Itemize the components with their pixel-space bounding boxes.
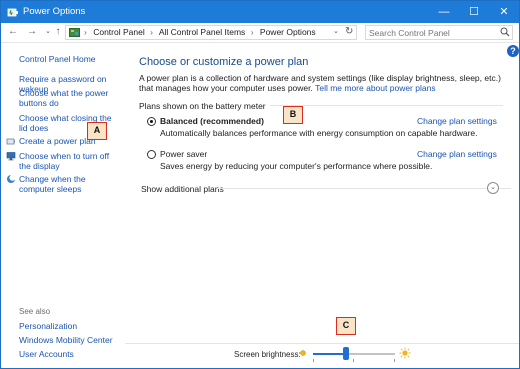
power-plan-icon [6, 138, 15, 145]
mobility-center-link[interactable]: Windows Mobility Center [19, 335, 113, 345]
slider-tick [394, 359, 395, 362]
change-plan-settings-link[interactable]: Change plan settings [417, 149, 497, 159]
show-additional-plans[interactable]: Show additional plans [141, 184, 224, 194]
power-options-window: Power Options — ☐ ✕ ← → ⌄ ↑ › Control Pa… [0, 0, 520, 369]
page-title: Choose or customize a power plan [139, 56, 309, 68]
additional-plans-divider [217, 188, 511, 189]
brightness-label: Screen brightness: [234, 350, 301, 359]
search-input[interactable] [369, 27, 494, 38]
breadcrumb: › Control Panel › All Control Panel Item… [84, 27, 319, 37]
forward-button[interactable]: → [25, 25, 39, 39]
up-button[interactable]: ↑ [51, 25, 65, 39]
power-buttons-link[interactable]: Choose what the power buttons do [19, 88, 123, 108]
breadcrumb-all-items[interactable]: All Control Panel Items [159, 27, 245, 37]
sleep-icon [7, 174, 16, 183]
brightness-low-icon [300, 350, 306, 356]
minimize-button[interactable]: — [429, 1, 459, 23]
callout-a: A [87, 122, 107, 140]
chevron-down-icon[interactable]: ⌄ [487, 182, 499, 194]
balanced-radio[interactable] [147, 117, 156, 126]
address-bar[interactable]: › Control Panel › All Control Panel Item… [65, 25, 357, 40]
plan-name[interactable]: Balanced (recommended) [160, 116, 264, 126]
power-saver-radio[interactable] [147, 150, 156, 159]
navigation-bar: ← → ⌄ ↑ › Control Panel › All Control Pa… [1, 23, 519, 43]
callout-b: B [283, 106, 303, 124]
turn-off-display-link[interactable]: Choose when to turn off the display [19, 151, 119, 171]
brightness-slider-fill [313, 353, 346, 355]
plan-description: Automatically balances performance with … [160, 128, 478, 138]
create-power-plan-link[interactable]: Create a power plan [19, 136, 96, 146]
slider-tick [353, 359, 354, 362]
callout-c: C [336, 317, 356, 335]
computer-sleeps-link[interactable]: Change when the computer sleeps [19, 174, 119, 194]
see-also-heading: See also [19, 307, 51, 316]
back-button[interactable]: ← [6, 25, 20, 39]
brightness-high-icon [399, 347, 411, 359]
plans-group-title: Plans shown on the battery meter [139, 101, 270, 111]
change-plan-settings-link[interactable]: Change plan settings [417, 116, 497, 126]
page-description: A power plan is a collection of hardware… [139, 73, 501, 93]
breadcrumb-separator: › [250, 27, 254, 37]
refresh-button[interactable]: ↻ [345, 26, 353, 37]
radio-selected-dot [150, 120, 153, 123]
breadcrumb-separator: › [84, 27, 87, 37]
left-pane: Control Panel Home Require a password on… [1, 43, 125, 369]
search-icon[interactable] [500, 27, 510, 37]
maximize-button[interactable]: ☐ [459, 1, 489, 23]
user-accounts-link[interactable]: User Accounts [19, 349, 74, 359]
control-panel-home-link[interactable]: Control Panel Home [19, 54, 96, 64]
close-button[interactable]: ✕ [489, 1, 519, 23]
brightness-slider-thumb[interactable] [342, 347, 349, 360]
search-box[interactable] [365, 25, 513, 40]
address-dropdown-button[interactable]: ⌄ [333, 27, 339, 35]
window-title: Power Options [23, 6, 86, 17]
help-button[interactable]: ? [507, 45, 519, 57]
learn-more-link[interactable]: Tell me more about power plans [315, 83, 435, 93]
breadcrumb-separator: › [150, 27, 153, 37]
display-off-icon [6, 152, 16, 161]
power-options-icon [7, 8, 18, 17]
plan-description: Saves energy by reducing your computer's… [160, 161, 433, 171]
personalization-link[interactable]: Personalization [19, 321, 77, 331]
breadcrumb-power-options[interactable]: Power Options [260, 27, 316, 37]
plan-name[interactable]: Power saver [160, 149, 207, 159]
control-panel-icon [69, 28, 80, 37]
breadcrumb-control-panel[interactable]: Control Panel [93, 27, 145, 37]
bottom-divider [125, 343, 519, 344]
title-bar: Power Options — ☐ ✕ [1, 1, 519, 23]
slider-tick [313, 359, 314, 362]
